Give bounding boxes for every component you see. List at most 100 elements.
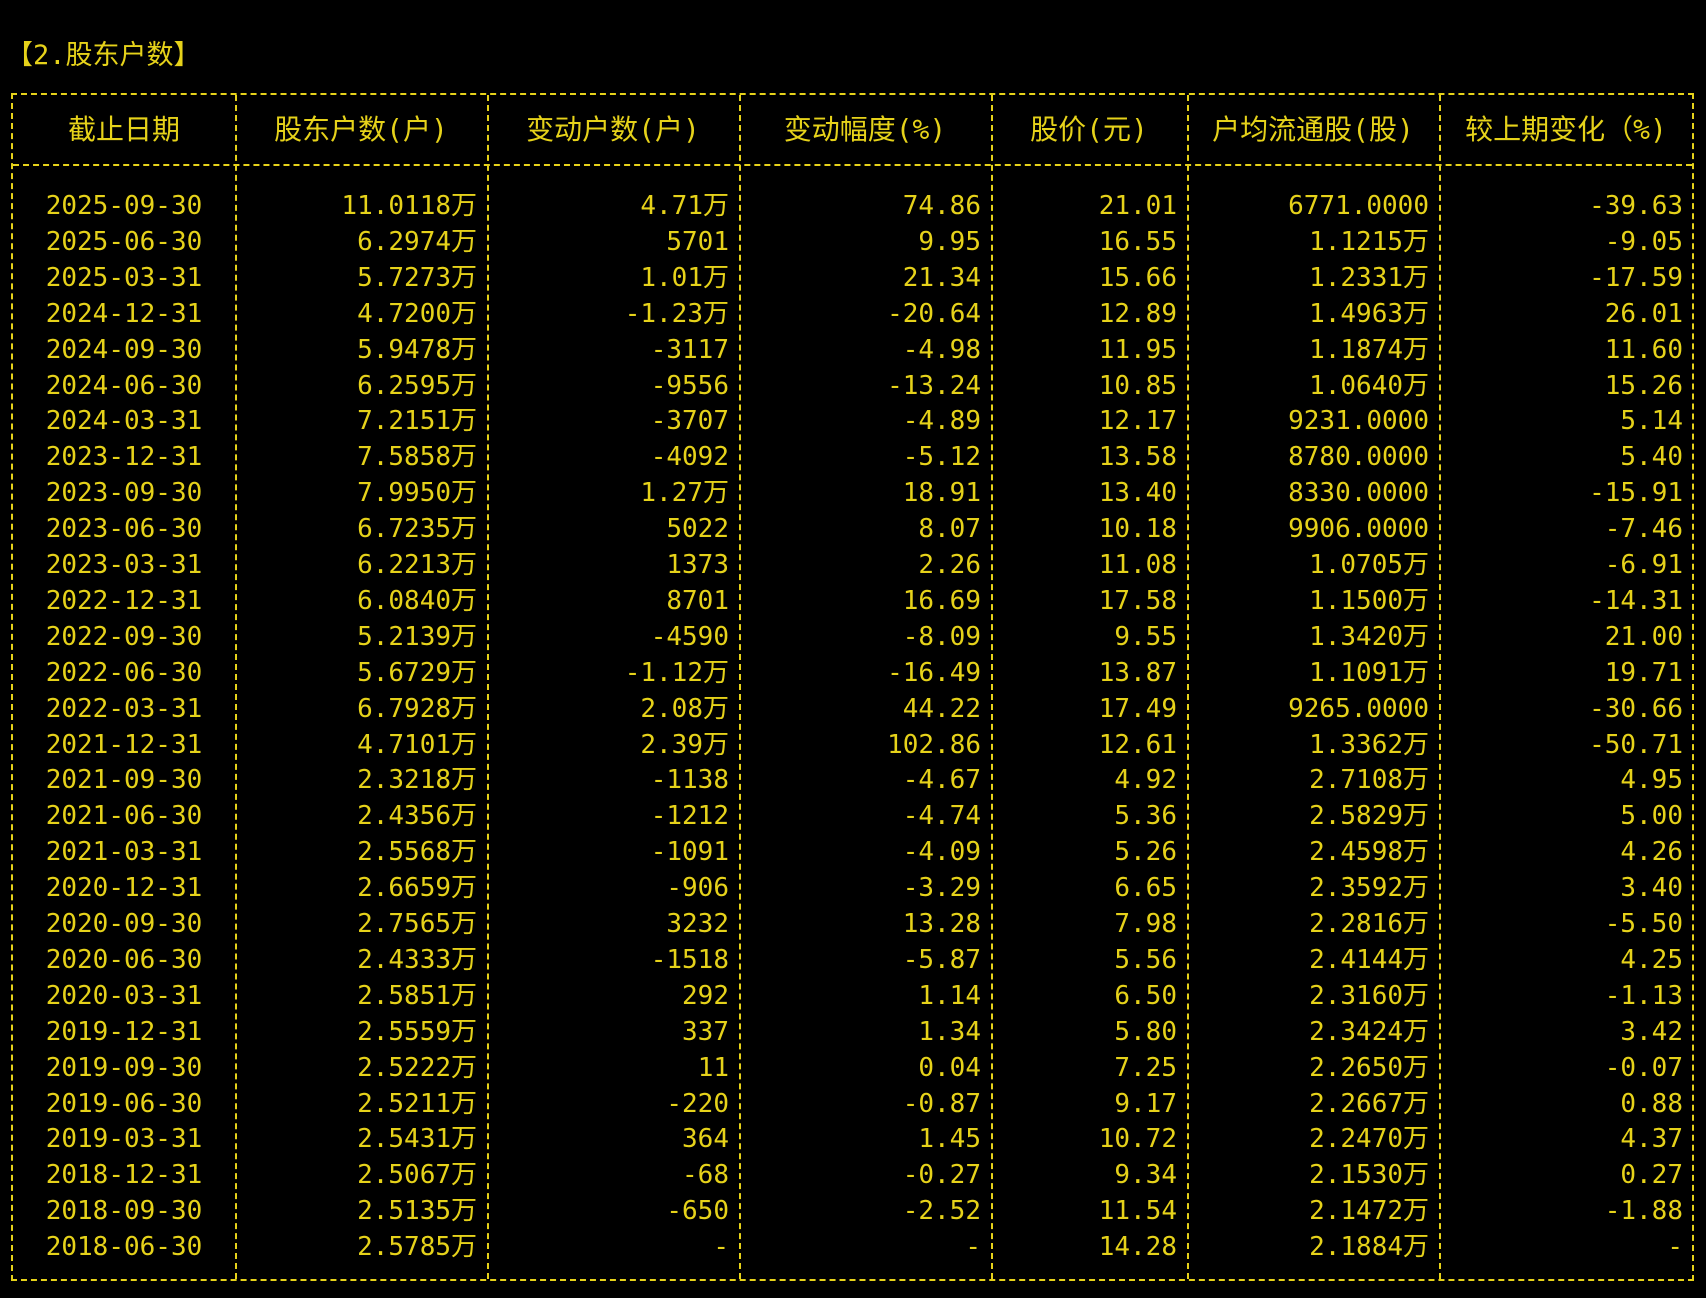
table-row[interactable]: 2019-09-30 2.5222万 11 0.04 7.25 2.2650万 -0.07 [13,1050,1692,1086]
cell-price: 7.98 [1114,909,1177,939]
cell-price: 21.01 [1098,191,1177,221]
table-row[interactable]: 2024-06-30 6.2595万 -9556 -13.24 10.85 1.0640万… [13,368,1692,404]
section-title: 【2.股东户数】 [6,40,201,71]
table-row[interactable]: 2024-12-31 4.7200万 -1.23万 -20.64 12.89 1.4963… [13,296,1692,332]
cell-holder-count: 5.6729万 [357,658,477,688]
cell-avg-float-shares: 1.4963万 [1309,299,1429,329]
cell-date: 2022-09-30 [45,622,203,652]
table-row[interactable]: 2024-03-31 7.2151万 -3707 -4.89 12.17 9231.000… [13,403,1692,439]
table-row[interactable]: 2020-06-30 2.4333万 -1518 -5.87 5.56 2.4144万 4.… [13,942,1692,978]
cell-avg-float-shares: 2.4598万 [1309,837,1429,867]
cell-change-pct: 13.28 [902,909,981,939]
table-row[interactable]: 2020-09-30 2.7565万 3232 13.28 7.98 2.2816万 -5.… [13,906,1692,942]
cell-change-pct: -0.87 [902,1089,981,1119]
cell-holder-count: 5.9478万 [357,335,477,365]
cell-change-count: 5022 [666,514,729,544]
cell-period-change: 21.00 [1604,622,1683,652]
cell-holder-count: 7.9950万 [357,478,477,508]
cell-date: 2022-06-30 [45,658,203,688]
cell-holder-count: 2.5222万 [357,1053,477,1083]
cell-avg-float-shares: 9265.0000 [1288,694,1429,724]
cell-holder-count: 6.7928万 [357,694,477,724]
cell-change-count: -3707 [650,406,729,436]
cell-date: 2019-03-31 [45,1124,203,1154]
table-row[interactable]: 2019-06-30 2.5211万 -220 -0.87 9.17 2.2667万 0.8… [13,1086,1692,1122]
table-row[interactable]: 2025-09-30 11.0118万 4.71万 74.86 21.01 6771.00… [13,188,1692,224]
cell-change-count: -220 [666,1089,729,1119]
table-row[interactable]: 2019-12-31 2.5559万 337 1.34 5.80 2.3424万 3.42 [13,1014,1692,1050]
cell-avg-float-shares: 2.2816万 [1309,909,1429,939]
table-row[interactable]: 2022-12-31 6.0840万 8701 16.69 17.58 1.1500万 -1… [13,583,1692,619]
cell-price: 13.87 [1098,658,1177,688]
cell-date: 2018-09-30 [45,1196,203,1226]
table-row[interactable]: 2024-09-30 5.9478万 -3117 -4.98 11.95 1.1874万 1… [13,332,1692,368]
cell-date: 2021-03-31 [45,837,203,867]
cell-avg-float-shares: 2.1884万 [1309,1232,1429,1262]
cell-period-change: 4.26 [1620,837,1683,867]
table-row[interactable]: 2019-03-31 2.5431万 364 1.45 10.72 2.2470万 4.37 [13,1121,1692,1157]
table-row[interactable]: 2023-12-31 7.5858万 -4092 -5.12 13.58 8780.000… [13,439,1692,475]
cell-price: 7.25 [1114,1053,1177,1083]
cell-date: 2024-03-31 [45,406,203,436]
table-row[interactable]: 2018-09-30 2.5135万 -650 -2.52 11.54 2.1472万 -1… [13,1193,1692,1229]
cell-change-pct: 18.91 [902,478,981,508]
cell-avg-float-shares: 9906.0000 [1288,514,1429,544]
header-divider [13,164,1692,166]
header-change-pct[interactable]: 变动幅度(%) [739,95,991,164]
table-row[interactable]: 2022-09-30 5.2139万 -4590 -8.09 9.55 1.3420万 21… [13,619,1692,655]
cell-change-count: 337 [682,1017,729,1047]
table-row[interactable]: 2021-12-31 4.7101万 2.39万 102.86 12.61 1.3362万… [13,727,1692,763]
cell-price: 9.55 [1114,622,1177,652]
cell-change-pct: - [965,1232,981,1262]
cell-change-count: 1.27万 [640,478,729,508]
cell-avg-float-shares: 2.5829万 [1309,801,1429,831]
cell-change-pct: 74.86 [902,191,981,221]
cell-avg-float-shares: 2.2650万 [1309,1053,1429,1083]
cell-change-count: 4.71万 [640,191,729,221]
cell-avg-float-shares: 1.1091万 [1309,658,1429,688]
shareholder-table: 截止日期 股东户数(户) 变动户数(户) 变动幅度(%) 股价(元) 户均流通股… [11,93,1694,1281]
header-holder-count[interactable]: 股东户数(户) [235,95,487,164]
cell-change-count: -1212 [650,801,729,831]
cell-date: 2019-09-30 [45,1053,203,1083]
table-row[interactable]: 2021-06-30 2.4356万 -1212 -4.74 5.36 2.5829万 5.… [13,798,1692,834]
cell-holder-count: 6.2213万 [357,550,477,580]
cell-price: 6.50 [1114,981,1177,1011]
cell-avg-float-shares: 2.7108万 [1309,765,1429,795]
table-row[interactable]: 2025-03-31 5.7273万 1.01万 21.34 15.66 1.2331万 -… [13,260,1692,296]
header-period-change[interactable]: 较上期变化（%) [1439,95,1693,164]
table-row[interactable]: 2022-03-31 6.7928万 2.08万 44.22 17.49 9265.000… [13,691,1692,727]
cell-avg-float-shares: 1.2331万 [1309,263,1429,293]
cell-avg-float-shares: 1.0705万 [1309,550,1429,580]
table-row[interactable]: 2025-06-30 6.2974万 5701 9.95 16.55 1.1215万 -9.… [13,224,1692,260]
cell-change-pct: -4.89 [902,406,981,436]
table-row[interactable]: 2023-06-30 6.7235万 5022 8.07 10.18 9906.0000 -… [13,511,1692,547]
cell-period-change: 4.95 [1620,765,1683,795]
table-row[interactable]: 2022-06-30 5.6729万 -1.12万 -16.49 13.87 1.1091… [13,655,1692,691]
cell-change-pct: -5.87 [902,945,981,975]
header-change-count[interactable]: 变动户数(户) [487,95,739,164]
table-row[interactable]: 2018-06-30 2.5785万 - - 14.28 2.1884万 - [13,1229,1692,1265]
cell-holder-count: 2.5067万 [357,1160,477,1190]
table-row[interactable]: 2020-03-31 2.5851万 292 1.14 6.50 2.3160万 -1.13 [13,978,1692,1014]
cell-date: 2021-06-30 [45,801,203,831]
cell-change-pct: -4.09 [902,837,981,867]
cell-period-change: -1.13 [1604,981,1683,1011]
table-row[interactable]: 2021-03-31 2.5568万 -1091 -4.09 5.26 2.4598万 4.… [13,834,1692,870]
table-row[interactable]: 2023-09-30 7.9950万 1.27万 18.91 13.40 8330.000… [13,475,1692,511]
cell-period-change: - [1667,1232,1683,1262]
table-row[interactable]: 2018-12-31 2.5067万 -68 -0.27 9.34 2.1530万 0.27 [13,1157,1692,1193]
cell-change-pct: 9.95 [918,227,981,257]
cell-avg-float-shares: 1.1874万 [1309,335,1429,365]
table-row[interactable]: 2023-03-31 6.2213万 1373 2.26 11.08 1.0705万 -6.… [13,547,1692,583]
cell-price: 5.26 [1114,837,1177,867]
table-row[interactable]: 2020-12-31 2.6659万 -906 -3.29 6.65 2.3592万 3.4… [13,870,1692,906]
cell-change-pct: 102.86 [887,730,981,760]
cell-avg-float-shares: 8780.0000 [1288,442,1429,472]
header-avg-float-shares[interactable]: 户均流通股(股) [1187,95,1439,164]
table-row[interactable]: 2021-09-30 2.3218万 -1138 -4.67 4.92 2.7108万 4.… [13,762,1692,798]
header-price[interactable]: 股价(元) [991,95,1187,164]
header-date[interactable]: 截止日期 [13,95,235,164]
cell-period-change: -14.31 [1589,586,1683,616]
cell-avg-float-shares: 2.3160万 [1309,981,1429,1011]
